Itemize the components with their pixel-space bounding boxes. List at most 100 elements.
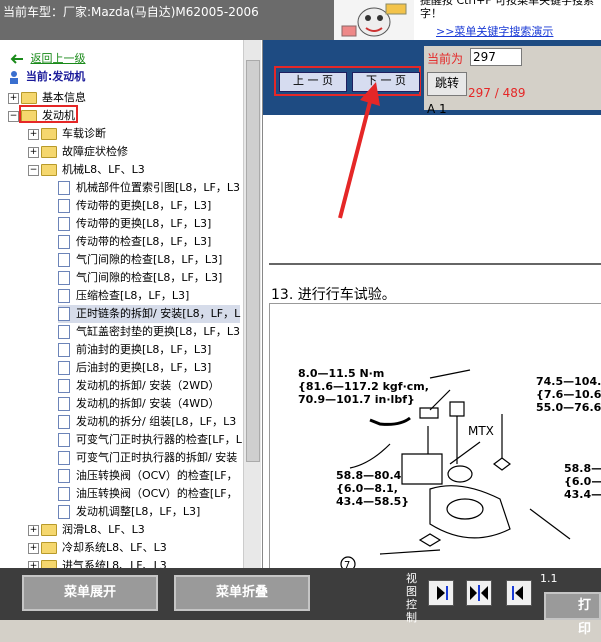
engine-mount-drawing: 7 — [340, 369, 571, 569]
collapse-menu-button[interactable]: 菜单折叠 — [174, 575, 310, 611]
tree-item-label: 润滑L8、LF、L3 — [62, 523, 145, 536]
document-icon — [58, 271, 70, 285]
document-icon — [58, 397, 70, 411]
tree-item[interactable]: 油压转换阀（OCV）的检查[LF， — [58, 485, 238, 503]
view-split-button[interactable] — [466, 580, 492, 606]
tree-item[interactable]: 可变气门正时执行器的检查[LF，L — [58, 431, 242, 449]
tree-item[interactable]: 发动机的拆卸/ 安装（4WD） — [58, 395, 220, 413]
tree-item[interactable]: 正时链条的拆卸/ 安装[L8，LF，L — [58, 305, 241, 323]
document-icon — [58, 361, 70, 375]
tree-item[interactable]: 气门间隙的检查[L8，LF，L3] — [58, 251, 222, 269]
expand-icon[interactable]: + — [28, 560, 39, 568]
expand-icon[interactable]: + — [28, 146, 39, 158]
split-view-icon — [470, 585, 488, 601]
tree-item[interactable]: 传动带的更换[L8，LF，L3] — [58, 215, 211, 233]
current-node: 当前:发动机 — [8, 68, 85, 86]
tree-item[interactable]: 气门间隙的检查[L8，LF，L3] — [58, 269, 222, 287]
tree-item[interactable]: 可变气门正时执行器的拆卸/ 安装 — [58, 449, 237, 467]
tree-item-label: 油压转换阀（OCV）的检查[LF， — [76, 487, 238, 500]
folder-icon — [41, 146, 57, 158]
tree-item-label: 气门间隙的检查[L8，LF，L3] — [76, 271, 223, 284]
tree-item-label: 车载诊断 — [62, 127, 106, 140]
view-right-button[interactable] — [428, 580, 454, 606]
tree-item[interactable]: 传动带的更换[L8，LF，L3] — [58, 197, 211, 215]
print-button[interactable]: 打印 — [544, 592, 601, 637]
mascot-image — [334, 0, 414, 40]
tree-item[interactable]: 前油封的更换[L8，LF，L3] — [58, 341, 211, 359]
document-icon — [58, 325, 70, 339]
search-demo-link[interactable]: >>菜单关键字搜索演示 — [436, 23, 553, 39]
document-icon — [58, 343, 70, 357]
tree-item-label: 传动带的检查[L8，LF，L3] — [76, 235, 212, 248]
tree-item[interactable]: 压缩检查[L8，LF，L3] — [58, 287, 189, 305]
expand-icon[interactable]: + — [28, 128, 39, 140]
document-icon — [58, 253, 70, 267]
tree-scrollbar[interactable] — [243, 40, 261, 568]
tree-item-label: 基本信息 — [42, 91, 86, 104]
tree-item[interactable]: 机械部件位置索引图[L8，LF，L3 — [58, 179, 240, 197]
jump-button[interactable]: 跳转 — [427, 72, 467, 96]
document-icon — [58, 451, 70, 465]
expand-icon[interactable]: + — [28, 524, 39, 536]
content-divider — [269, 263, 601, 265]
document-icon — [58, 469, 70, 483]
tree-item[interactable]: 油压转换阀（OCV）的检查[LF， — [58, 467, 238, 485]
mascot-icon — [341, 3, 407, 37]
arrow-left-icon — [512, 586, 523, 600]
tree-item-label: 压缩检查[L8，LF，L3] — [76, 289, 190, 302]
folder-icon — [41, 560, 57, 568]
tree-scrollbar-thumb[interactable] — [246, 60, 260, 462]
back-link-row[interactable]: 返回上一级 — [10, 50, 86, 68]
page-number-input[interactable] — [470, 48, 522, 66]
tree-item[interactable]: + 润滑L8、LF、L3 — [28, 521, 145, 539]
current-page-label: 当前为 — [427, 52, 464, 66]
menu-tree-panel: 返回上一级 当前:发动机 + 基本信息 − 发动机 + 车载诊断 + 故障症状检修 − 机械L8、… — [0, 40, 263, 568]
document-icon — [58, 433, 70, 447]
tree-item-label: 传动带的更换[L8，LF，L3] — [76, 217, 212, 230]
tree-item[interactable]: + 冷却系统L8、LF、L3 — [28, 539, 167, 557]
tree-item[interactable]: 传动带的检查[L8，LF，L3] — [58, 233, 211, 251]
tree-item-label: 气门间隙的检查[L8，LF，L3] — [76, 253, 223, 266]
collapse-icon[interactable]: − — [8, 110, 19, 122]
tree-item-label: 冷却系统L8、LF、L3 — [62, 541, 167, 554]
tree-item-label: 故障症状检修 — [62, 145, 128, 158]
folder-icon — [41, 128, 57, 140]
tree-item[interactable]: 后油封的更换[L8，LF，L3] — [58, 359, 211, 377]
document-icon — [58, 487, 70, 501]
tree-item[interactable]: + 故障症状检修 — [28, 143, 128, 161]
tree-item-label: 气缸盖密封垫的更换[L8，LF，L3 — [76, 325, 241, 338]
tree-item[interactable]: 气缸盖密封垫的更换[L8，LF，L3 — [58, 323, 240, 341]
tree-item-label: 前油封的更换[L8，LF，L3] — [76, 343, 212, 356]
document-icon — [58, 505, 70, 519]
folder-icon — [21, 92, 37, 104]
section-code: A 1 — [427, 102, 447, 116]
view-control-label: 视图控制 — [406, 572, 417, 624]
back-link[interactable]: 返回上一级 — [31, 52, 86, 65]
collapse-icon[interactable]: − — [28, 164, 39, 176]
document-icon — [58, 289, 70, 303]
expand-menu-button[interactable]: 菜单展开 — [22, 575, 158, 611]
expand-icon[interactable]: + — [8, 92, 19, 104]
tree-item[interactable]: − 机械L8、LF、L3 — [28, 161, 145, 179]
document-icon — [58, 181, 70, 195]
tree-item-label: 正时链条的拆卸/ 安装[L8，LF，L — [76, 307, 241, 320]
tree-item[interactable]: 发动机调整[L8，LF，L3] — [58, 503, 200, 521]
zoom-level: 1.1 — [540, 572, 558, 585]
view-left-button[interactable] — [506, 580, 532, 606]
document-icon — [58, 217, 70, 231]
tree-item-label: 发动机的拆分/ 组装[L8，LF，L3 — [76, 415, 237, 428]
tip-panel: 提醒按 Ctrl+F 可按菜单关键字搜索字！ >>菜单关键字搜索演示 — [416, 0, 601, 40]
document-icon — [58, 199, 70, 213]
folder-icon — [41, 164, 57, 176]
tree-item-label: 油压转换阀（OCV）的检查[LF， — [76, 469, 238, 482]
expand-icon[interactable]: + — [28, 542, 39, 554]
tree-item[interactable]: + 进气系统L8、LF、L3 — [28, 557, 167, 568]
tree-item[interactable]: + 车载诊断 — [28, 125, 106, 143]
arrow-right-icon — [437, 586, 448, 600]
tree-item[interactable]: 发动机的拆分/ 组装[L8，LF，L3 — [58, 413, 236, 431]
folder-icon — [41, 542, 57, 554]
tree-item-label: 发动机的拆卸/ 安装（2WD） — [76, 379, 220, 392]
annotation-arrow-icon — [338, 82, 380, 219]
tree-item[interactable]: 发动机的拆卸/ 安装（2WD） — [58, 377, 220, 395]
vehicle-title: 当前车型：厂家:Mazda(马自达)M62005-2006 — [0, 0, 334, 40]
